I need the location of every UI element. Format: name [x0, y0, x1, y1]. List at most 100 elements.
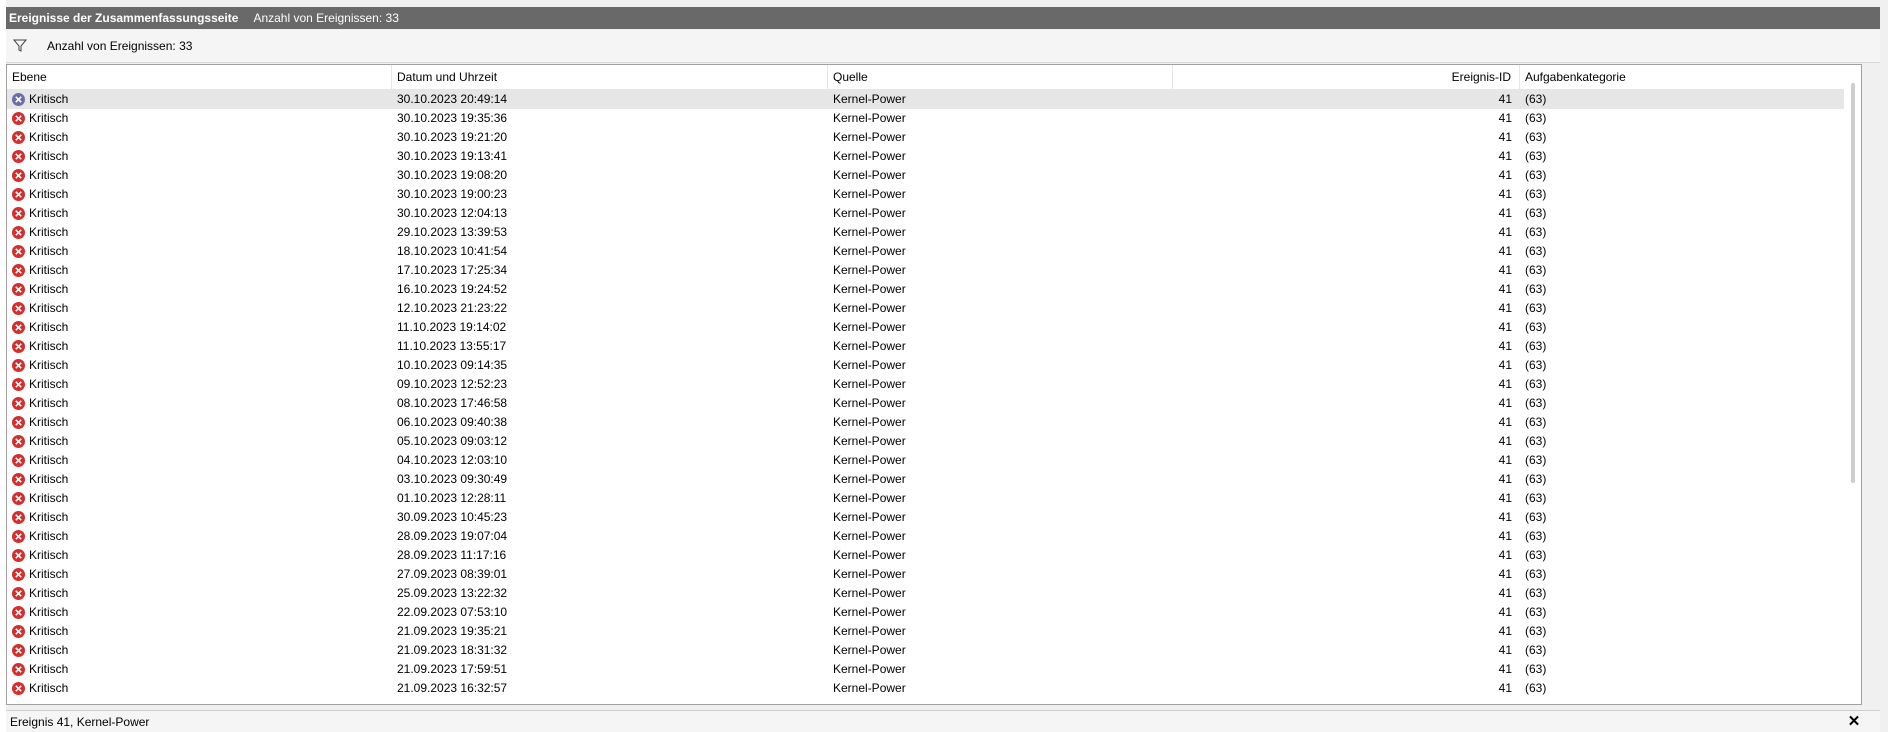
cell-level: Kritisch	[11, 375, 391, 394]
table-row[interactable]: Kritisch 09.10.2023 12:52:23 Kernel-Power 4…	[7, 375, 1857, 394]
close-icon[interactable]: ✕	[1846, 713, 1862, 731]
critical-error-icon	[12, 435, 25, 448]
table-row[interactable]: Kritisch 30.09.2023 10:45:23 Kernel-Power 4…	[7, 508, 1857, 527]
table-row[interactable]: Kritisch 27.09.2023 08:39:01 Kernel-Power 4…	[7, 565, 1857, 584]
table-row[interactable]: Kritisch 01.10.2023 12:28:11 Kernel-Power 4…	[7, 489, 1857, 508]
column-header-datetime[interactable]: Datum und Uhrzeit	[392, 65, 828, 89]
cell-task-category: (63)	[1525, 548, 1547, 562]
critical-error-icon	[12, 606, 25, 619]
cell-event-id: 41	[1498, 453, 1512, 467]
cell-level: Kritisch	[11, 337, 391, 356]
table-row[interactable]: Kritisch 21.09.2023 18:31:32 Kernel-Power 4…	[7, 641, 1857, 660]
cell-source: Kernel-Power	[833, 244, 906, 258]
table-row[interactable]: Kritisch 06.10.2023 09:40:38 Kernel-Power 4…	[7, 413, 1857, 432]
table-row[interactable]: Kritisch 28.09.2023 19:07:04 Kernel-Power 4…	[7, 527, 1857, 546]
table-row[interactable]: Kritisch 10.10.2023 09:14:35 Kernel-Power 4…	[7, 356, 1857, 375]
table-row[interactable]: Kritisch 21.09.2023 16:32:57 Kernel-Power 4…	[7, 679, 1857, 698]
level-text: Kritisch	[29, 586, 69, 600]
table-row[interactable]: Kritisch 30.10.2023 20:49:14 Kernel-Power 4…	[7, 90, 1857, 109]
table-row[interactable]: Kritisch 29.10.2023 13:39:53 Kernel-Power 4…	[7, 223, 1857, 242]
table-row[interactable]: Kritisch 30.10.2023 12:04:13 Kernel-Power 4…	[7, 204, 1857, 223]
cell-datetime: 05.10.2023 09:03:12	[397, 434, 508, 448]
column-header-source[interactable]: Quelle	[828, 65, 1173, 89]
cell-task-category: (63)	[1525, 377, 1547, 391]
table-row[interactable]: Kritisch 30.10.2023 19:08:20 Kernel-Power 4…	[7, 166, 1857, 185]
critical-error-icon	[12, 568, 25, 581]
level-text: Kritisch	[29, 149, 69, 163]
table-row[interactable]: Kritisch 28.09.2023 11:17:16 Kernel-Power 4…	[7, 546, 1857, 565]
cell-source: Kernel-Power	[833, 187, 906, 201]
table-row[interactable]: Kritisch 03.10.2023 09:30:49 Kernel-Power 4…	[7, 470, 1857, 489]
level-text: Kritisch	[29, 244, 69, 258]
table-header: Ebene Datum und Uhrzeit Quelle Ereignis-…	[7, 65, 1861, 90]
cell-source: Kernel-Power	[833, 434, 906, 448]
critical-error-icon	[12, 321, 25, 334]
table-row[interactable]: Kritisch 21.09.2023 19:35:21 Kernel-Power 4…	[7, 622, 1857, 641]
cell-event-id: 41	[1498, 339, 1512, 353]
level-text: Kritisch	[29, 662, 69, 676]
cell-task-category: (63)	[1525, 320, 1547, 334]
cell-source: Kernel-Power	[833, 643, 906, 657]
column-header-event-id[interactable]: Ereignis-ID	[1173, 65, 1520, 89]
critical-error-icon	[12, 188, 25, 201]
cell-event-id: 41	[1498, 320, 1512, 334]
cell-source: Kernel-Power	[833, 149, 906, 163]
cell-source: Kernel-Power	[833, 681, 906, 695]
table-row[interactable]: Kritisch 30.10.2023 19:13:41 Kernel-Power 4…	[7, 147, 1857, 166]
cell-task-category: (63)	[1525, 434, 1547, 448]
table-row[interactable]: Kritisch 04.10.2023 12:03:10 Kernel-Power 4…	[7, 451, 1857, 470]
cell-level: Kritisch	[11, 470, 391, 489]
cell-task-category: (63)	[1525, 510, 1547, 524]
cell-level: Kritisch	[11, 546, 391, 565]
cell-source: Kernel-Power	[833, 130, 906, 144]
cell-event-id: 41	[1498, 187, 1512, 201]
level-text: Kritisch	[29, 567, 69, 581]
table-row[interactable]: Kritisch 11.10.2023 13:55:17 Kernel-Power 4…	[7, 337, 1857, 356]
cell-task-category: (63)	[1525, 263, 1547, 277]
cell-level: Kritisch	[11, 508, 391, 527]
cell-task-category: (63)	[1525, 643, 1547, 657]
critical-error-icon	[12, 302, 25, 315]
cell-datetime: 04.10.2023 12:03:10	[397, 453, 508, 467]
table-row[interactable]: Kritisch 05.10.2023 09:03:12 Kernel-Power 4…	[7, 432, 1857, 451]
table-row[interactable]: Kritisch 18.10.2023 10:41:54 Kernel-Power 4…	[7, 242, 1857, 261]
table-row[interactable]: Kritisch 12.10.2023 21:23:22 Kernel-Power 4…	[7, 299, 1857, 318]
level-text: Kritisch	[29, 377, 69, 391]
cell-datetime: 30.10.2023 20:49:14	[397, 92, 508, 106]
table-row[interactable]: Kritisch 11.10.2023 19:14:02 Kernel-Power 4…	[7, 318, 1857, 337]
critical-error-icon	[12, 131, 25, 144]
cell-event-id: 41	[1498, 263, 1512, 277]
cell-level: Kritisch	[11, 603, 391, 622]
cell-event-id: 41	[1498, 415, 1512, 429]
cell-datetime: 22.09.2023 07:53:10	[397, 605, 508, 619]
column-header-level[interactable]: Ebene	[7, 65, 392, 89]
scrollbar-thumb[interactable]	[1851, 83, 1855, 483]
table-row[interactable]: Kritisch 08.10.2023 17:46:58 Kernel-Power 4…	[7, 394, 1857, 413]
table-row[interactable]: Kritisch 25.09.2023 13:22:32 Kernel-Power 4…	[7, 584, 1857, 603]
level-text: Kritisch	[29, 681, 69, 695]
cell-task-category: (63)	[1525, 358, 1547, 372]
table-row[interactable]: Kritisch 30.10.2023 19:35:36 Kernel-Power 4…	[7, 109, 1857, 128]
level-text: Kritisch	[29, 548, 69, 562]
vertical-scrollbar[interactable]	[1844, 65, 1861, 704]
column-header-task-category[interactable]: Aufgabenkategorie	[1520, 65, 1861, 89]
cell-datetime: 01.10.2023 12:28:11	[397, 491, 507, 505]
table-row[interactable]: Kritisch 16.10.2023 19:24:52 Kernel-Power 4…	[7, 280, 1857, 299]
table-row[interactable]: Kritisch 17.10.2023 17:25:34 Kernel-Power 4…	[7, 261, 1857, 280]
cell-datetime: 30.10.2023 12:04:13	[397, 206, 508, 220]
filter-icon[interactable]	[11, 37, 29, 55]
summary-title-bar: Ereignisse der Zusammenfassungsseite Anz…	[6, 7, 1880, 29]
cell-source: Kernel-Power	[833, 662, 906, 676]
critical-error-icon	[12, 587, 25, 600]
critical-error-icon	[12, 264, 25, 277]
cell-datetime: 06.10.2023 09:40:38	[397, 415, 508, 429]
cell-task-category: (63)	[1525, 244, 1547, 258]
table-row[interactable]: Kritisch 30.10.2023 19:00:23 Kernel-Power 4…	[7, 185, 1857, 204]
cell-level: Kritisch	[11, 489, 391, 508]
critical-error-icon	[12, 378, 25, 391]
cell-event-id: 41	[1498, 206, 1512, 220]
table-row[interactable]: Kritisch 21.09.2023 17:59:51 Kernel-Power 4…	[7, 660, 1857, 679]
table-row[interactable]: Kritisch 30.10.2023 19:21:20 Kernel-Power 4…	[7, 128, 1857, 147]
table-row[interactable]: Kritisch 22.09.2023 07:53:10 Kernel-Power 4…	[7, 603, 1857, 622]
cell-event-id: 41	[1498, 282, 1512, 296]
